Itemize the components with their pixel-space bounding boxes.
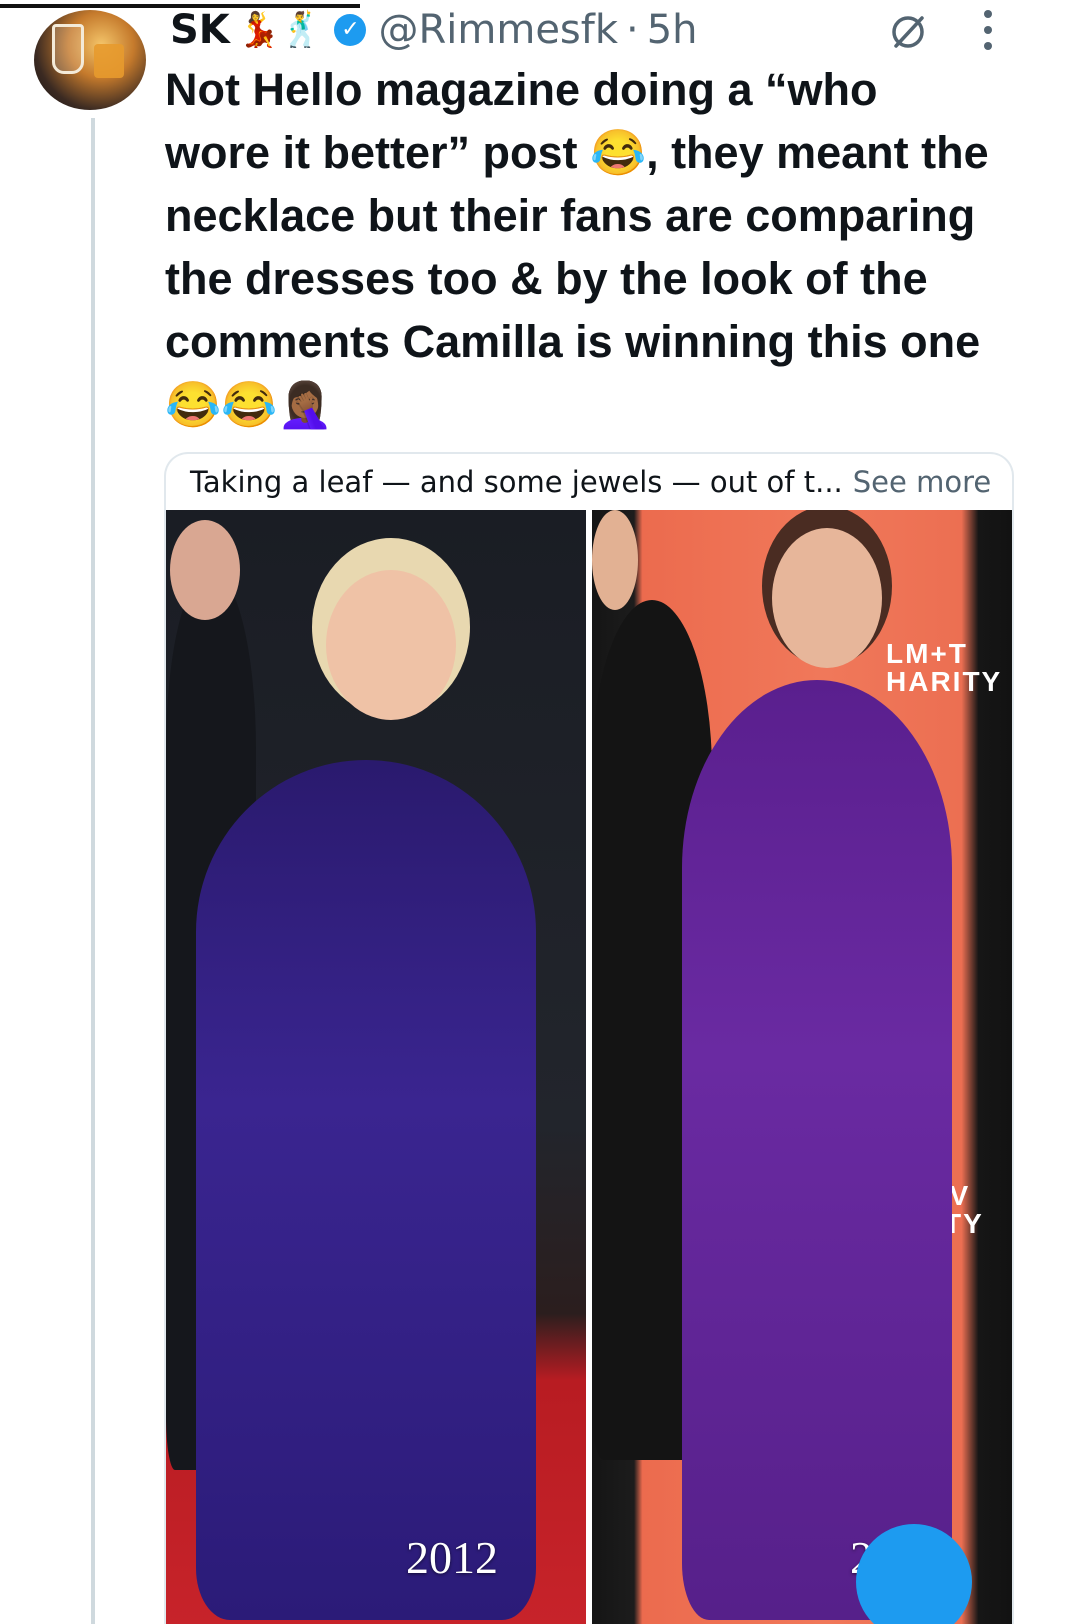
background-head-right xyxy=(592,510,638,610)
grok-icon[interactable] xyxy=(890,14,926,50)
photo-right[interactable]: LM+T HARITY +TV RITY 2026 xyxy=(592,510,1012,1624)
avatar[interactable] xyxy=(34,10,146,110)
see-more-link[interactable]: See more xyxy=(853,465,991,499)
display-name-emoji: 💃🕺 xyxy=(237,10,323,50)
photo-collage[interactable]: 2012 LM+T HARITY +TV RITY 2026 xyxy=(166,510,1012,1624)
post-time[interactable]: 5h xyxy=(647,7,698,53)
card-caption-bar[interactable]: Taking a leaf — and some jewels — out of… xyxy=(166,454,1012,510)
avatar-glass-shape xyxy=(52,24,84,74)
portrait-head-right xyxy=(772,528,882,668)
gown-shape-right xyxy=(682,680,952,1620)
media-card[interactable]: Taking a leaf — and some jewels — out of… xyxy=(164,452,1014,1624)
photo-left[interactable]: 2012 xyxy=(166,510,586,1624)
header-separator: · xyxy=(626,7,639,53)
card-caption: Taking a leaf — and some jewels — out of… xyxy=(190,465,843,499)
tweet-page: SK 💃🕺 ✓ @Rimmesfk · 5h Not Hello magazin… xyxy=(0,0,1080,1624)
display-name[interactable]: SK xyxy=(170,7,230,53)
backdrop-sign-top: LM+T HARITY xyxy=(886,638,1003,697)
verified-badge-icon: ✓ xyxy=(334,14,367,46)
user-handle[interactable]: @Rimmesfk xyxy=(378,7,618,53)
portrait-head-left xyxy=(326,570,456,720)
year-label-left: 2012 xyxy=(406,1532,498,1583)
tweet-text: Not Hello magazine doing a “who wore it … xyxy=(165,64,989,430)
thread-line xyxy=(91,118,95,1624)
gown-shape-left xyxy=(196,760,536,1620)
more-options-icon[interactable] xyxy=(978,10,998,50)
avatar-drink-shape xyxy=(94,44,124,78)
background-head-left xyxy=(170,520,240,620)
